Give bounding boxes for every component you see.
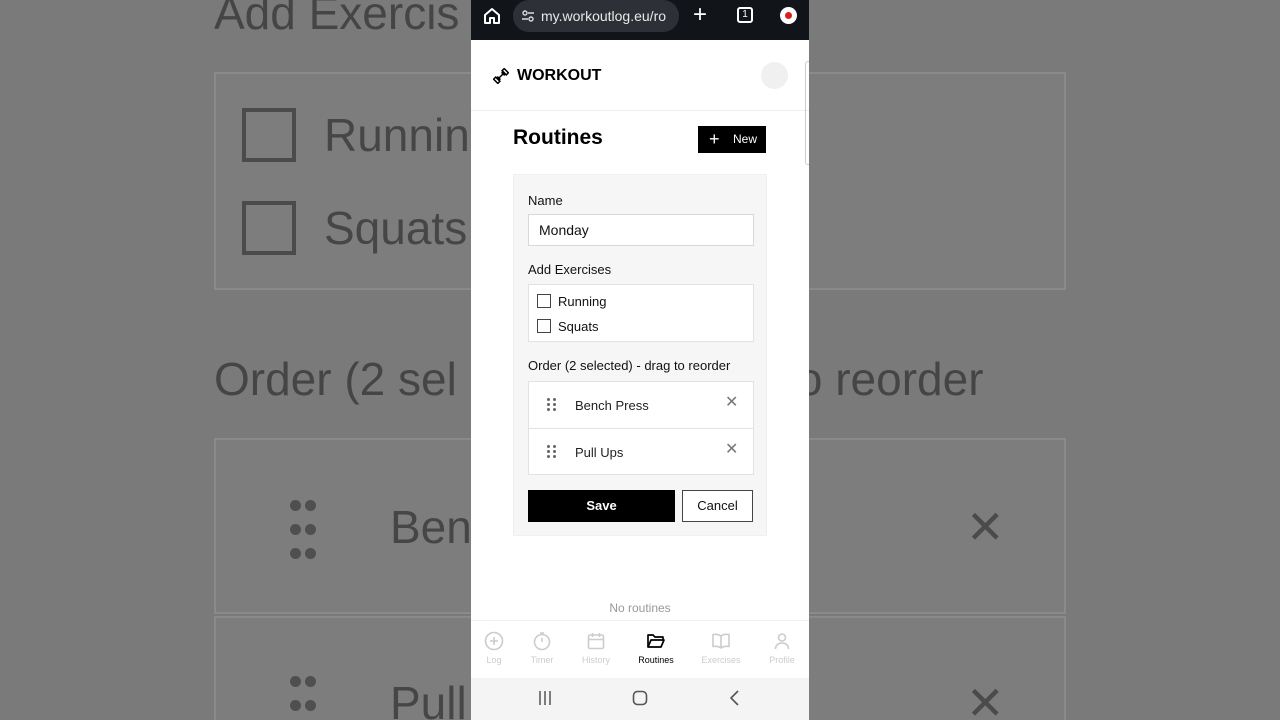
browser-profile-icon[interactable] xyxy=(780,7,797,24)
routine-name-input[interactable] xyxy=(528,214,754,246)
url-text: my.workoutlog.eu/ro xyxy=(541,8,667,24)
address-bar[interactable]: my.workoutlog.eu/ro xyxy=(513,0,679,32)
exercise-option-label: Running xyxy=(558,294,607,309)
drag-handle-icon[interactable] xyxy=(547,398,557,412)
nav-item-timer[interactable]: Timer xyxy=(517,631,567,665)
person-icon xyxy=(774,633,790,650)
bg-title: Add Exercis xyxy=(214,0,460,39)
new-tab-icon[interactable]: + xyxy=(693,3,707,27)
checkbox[interactable] xyxy=(537,319,551,333)
nav-item-log[interactable]: Log xyxy=(471,631,519,665)
order-item-label: Bench Press xyxy=(575,398,649,413)
folder-icon xyxy=(647,634,665,648)
book-icon xyxy=(712,633,730,649)
plus-circle-icon xyxy=(484,631,504,651)
checkbox[interactable] xyxy=(537,294,551,308)
plus-icon: + xyxy=(709,129,720,149)
bg-close-icon: ✕ xyxy=(966,677,1005,720)
save-button[interactable]: Save xyxy=(528,490,675,522)
home-button-icon[interactable] xyxy=(632,690,648,706)
nav-item-exercises[interactable]: Exercises xyxy=(696,631,746,665)
order-label: Order (2 selected) - drag to reorder xyxy=(528,358,731,373)
close-icon[interactable]: ✕ xyxy=(725,395,738,411)
home-icon[interactable] xyxy=(483,7,501,25)
new-routine-button[interactable]: + New xyxy=(698,126,766,153)
bg-drag-handle-icon xyxy=(288,672,320,720)
stopwatch-icon xyxy=(533,632,551,651)
name-label: Name xyxy=(528,193,563,208)
nav-item-history[interactable]: History xyxy=(571,631,621,665)
browser-toolbar: my.workoutlog.eu/ro + 1 xyxy=(471,0,809,40)
recent-apps-icon[interactable] xyxy=(538,690,552,706)
new-button-label: New xyxy=(733,132,758,146)
bg-checkbox-label: Runnin xyxy=(324,109,470,161)
tab-count-button[interactable]: 1 xyxy=(737,7,753,23)
bg-order-item: Pull xyxy=(390,677,467,720)
bg-drag-handle-icon xyxy=(288,496,320,568)
add-exercises-label: Add Exercises xyxy=(528,262,612,277)
order-item[interactable]: Bench Press ✕ xyxy=(529,382,753,428)
cancel-button[interactable]: Cancel xyxy=(682,490,753,522)
user-avatar[interactable] xyxy=(761,62,788,89)
dumbbell-icon xyxy=(493,68,509,84)
back-icon[interactable] xyxy=(728,690,740,706)
side-panel-edge xyxy=(805,61,809,165)
bg-checkbox xyxy=(242,108,296,162)
page-title: Routines xyxy=(513,126,603,149)
close-icon[interactable]: ✕ xyxy=(725,442,738,458)
nav-label: Routines xyxy=(638,655,674,665)
order-list: Bench Press ✕ Pull Ups ✕ xyxy=(528,381,754,475)
site-settings-icon[interactable] xyxy=(521,9,535,23)
nav-item-profile[interactable]: Profile xyxy=(757,631,807,665)
nav-item-routines[interactable]: Routines xyxy=(631,631,681,665)
bg-order-item: Ben xyxy=(390,501,472,553)
system-nav-bar xyxy=(471,678,809,720)
bg-checkbox xyxy=(242,201,296,255)
bottom-nav: Log Timer History Routines Exercises Pro… xyxy=(471,620,809,678)
exercise-checklist: Running Squats xyxy=(528,284,754,342)
empty-state-text: No routines xyxy=(609,601,671,615)
nav-label: Profile xyxy=(769,655,795,665)
app-header: WORKOUT xyxy=(471,40,809,111)
nav-label: Timer xyxy=(530,655,554,665)
calendar-icon xyxy=(587,633,605,650)
bg-checkbox-label: Squats xyxy=(324,202,468,254)
nav-label: Log xyxy=(486,655,502,665)
app-brand: WORKOUT xyxy=(517,67,602,84)
order-item[interactable]: Pull Ups ✕ xyxy=(529,428,753,474)
nav-label: Exercises xyxy=(701,655,741,665)
bg-close-icon: ✕ xyxy=(966,501,1005,553)
order-item-label: Pull Ups xyxy=(575,445,624,460)
routine-form: Name Add Exercises Running Squats Order … xyxy=(513,174,767,536)
exercise-option-label: Squats xyxy=(558,319,599,334)
nav-label: History xyxy=(581,655,610,665)
phone-screen: my.workoutlog.eu/ro + 1 WORKOUT Routines… xyxy=(471,0,809,720)
drag-handle-icon[interactable] xyxy=(547,445,557,459)
